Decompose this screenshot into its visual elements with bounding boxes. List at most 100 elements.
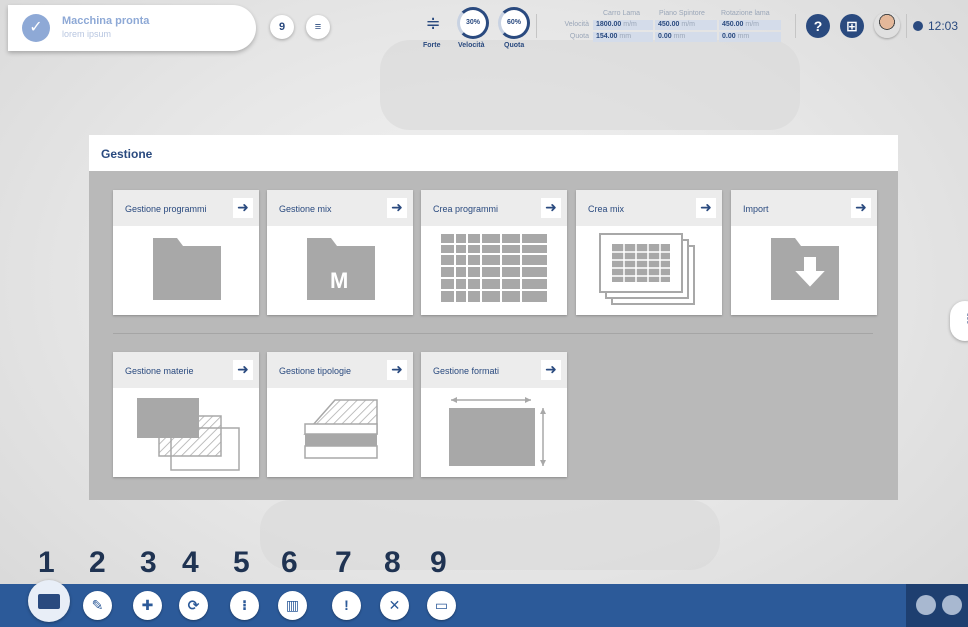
card-header: Gestione tipologie ➜ [267, 352, 413, 388]
grid-icon [441, 234, 547, 302]
chart-icon[interactable]: ▥ [278, 591, 307, 620]
dock-right-section [906, 584, 968, 627]
arrow-right-icon[interactable]: ➜ [387, 198, 407, 218]
card-header: Crea mix ➜ [576, 190, 722, 226]
readout-col-1: Piano Spintore [659, 10, 705, 17]
readout-value: 450.00 m/m [655, 20, 717, 30]
gear-icon[interactable] [942, 595, 962, 615]
readout-col-0: Carro Lama [603, 10, 640, 17]
machine-icon[interactable]: ⊞ [840, 14, 864, 38]
readout-velocita-label: Velocità [564, 21, 589, 28]
arrow-right-icon[interactable]: ➜ [851, 198, 871, 218]
separator [536, 14, 537, 38]
card-label: Gestione formati [433, 366, 500, 376]
card-gestione-programmi[interactable]: Gestione programmi ➜ [113, 190, 259, 315]
dock-number: 6 [281, 546, 298, 579]
card-label: Crea programmi [433, 204, 499, 214]
dock-number: 5 [233, 546, 250, 579]
card-header: Gestione materie ➜ [113, 352, 259, 388]
readout-value: 1800.00 m/m [593, 20, 653, 30]
panel-header: Gestione [89, 135, 898, 171]
top-bar: ✓ Macchina pronta lorem ipsum 9 ≡ ≑ Fort… [0, 0, 968, 56]
user-avatar[interactable] [874, 12, 900, 38]
quota-gauge[interactable]: 60% [498, 7, 530, 39]
card-label: Crea mix [588, 204, 625, 214]
card-label: Gestione tipologie [279, 366, 352, 376]
quota-label: Quota [504, 42, 525, 49]
edit-icon[interactable]: ✎ [83, 591, 112, 620]
background-machine-base [260, 500, 720, 570]
card-header: Import ➜ [731, 190, 877, 226]
dock-number: 7 [335, 546, 352, 579]
alert-icon[interactable]: ! [332, 591, 361, 620]
clock-time: 12:03 [928, 19, 959, 33]
folder-icon [153, 238, 221, 300]
help-icon[interactable]: ? [806, 14, 830, 38]
dock-number: 3 [140, 546, 157, 579]
check-icon: ✓ [22, 14, 50, 42]
layout-icon[interactable]: ✚ [133, 591, 162, 620]
arrow-right-icon[interactable]: ➜ [233, 360, 253, 380]
arrow-right-icon[interactable]: ➜ [387, 360, 407, 380]
card-label: Import [743, 204, 769, 214]
card-gestione-formati[interactable]: Gestione formati ➜ [421, 352, 567, 477]
card-header: Crea programmi ➜ [421, 190, 567, 226]
velocita-label: Velocità [458, 42, 485, 49]
separator [795, 14, 796, 38]
card-header: Gestione mix ➜ [267, 190, 413, 226]
hand-icon[interactable] [916, 595, 936, 615]
rotate-icon[interactable]: ⟳ [179, 591, 208, 620]
readout-value: 450.00 m/m [719, 20, 781, 30]
program-icon[interactable]: 9 [270, 15, 294, 39]
velocita-gauge[interactable]: 30% [457, 7, 489, 39]
forte-label: Forte [423, 42, 441, 49]
card-label: Gestione mix [279, 204, 332, 214]
velocita-value: 30% [465, 19, 480, 26]
settings-dial-icon[interactable]: ≡ [306, 15, 330, 39]
readout-value: 0.00 mm [719, 32, 781, 42]
formats-icon [449, 397, 546, 466]
readout-value: 154.00 mm [593, 32, 653, 42]
gestione-panel: Gestione Gestione programmi ➜ Gestione m… [89, 135, 898, 500]
readout-quota-label: Quota [569, 33, 589, 40]
folder-icon[interactable] [28, 580, 70, 622]
quota-value: 60% [506, 19, 521, 26]
dock-number: 4 [182, 546, 199, 579]
dock-number: 2 [89, 546, 106, 579]
separator [906, 14, 907, 38]
more-icon: ⋮ [962, 311, 968, 327]
machine-status[interactable]: ✓ Macchina pronta lorem ipsum [8, 5, 256, 51]
card-gestione-mix[interactable]: Gestione mix ➜ M [267, 190, 413, 315]
dock-number: 8 [384, 546, 401, 579]
card-gestione-tipologie[interactable]: Gestione tipologie ➜ [267, 352, 413, 477]
section-divider [113, 333, 873, 334]
readout-col-2: Rotazione lama [721, 10, 770, 17]
wrench-icon[interactable]: ✕ [380, 591, 409, 620]
card-label: Gestione programmi [125, 204, 207, 214]
pipeline-icon[interactable]: ⁝ [230, 591, 259, 620]
stacked-grid-icon [599, 233, 695, 305]
card-crea-programmi[interactable]: Crea programmi ➜ [421, 190, 567, 315]
dock-number: 9 [430, 546, 447, 579]
side-menu-handle[interactable]: ⋮ [950, 301, 968, 341]
status-title: Macchina pronta [62, 15, 150, 27]
arrow-right-icon[interactable]: ➜ [233, 198, 253, 218]
window-icon[interactable]: ▭ [427, 591, 456, 620]
panel-title: Gestione [101, 147, 153, 161]
materials-icon [137, 398, 240, 471]
card-label: Gestione materie [125, 366, 194, 376]
card-gestione-materie[interactable]: Gestione materie ➜ [113, 352, 259, 477]
card-header: Gestione formati ➜ [421, 352, 567, 388]
card-import[interactable]: Import ➜ [731, 190, 877, 315]
arrow-right-icon[interactable]: ➜ [541, 198, 561, 218]
layers-icon [303, 399, 378, 459]
bottom-dock: ✎ ✚ ⟳ ⁝ ▥ ! ✕ ▭ [0, 584, 968, 627]
forte-icon[interactable]: ≑ [421, 10, 445, 36]
import-icon [771, 238, 839, 300]
card-crea-mix[interactable]: Crea mix ➜ [576, 190, 722, 315]
clock-icon [913, 21, 923, 31]
card-header: Gestione programmi ➜ [113, 190, 259, 226]
arrow-right-icon[interactable]: ➜ [541, 360, 561, 380]
status-subtitle: lorem ipsum [62, 29, 112, 39]
arrow-right-icon[interactable]: ➜ [696, 198, 716, 218]
